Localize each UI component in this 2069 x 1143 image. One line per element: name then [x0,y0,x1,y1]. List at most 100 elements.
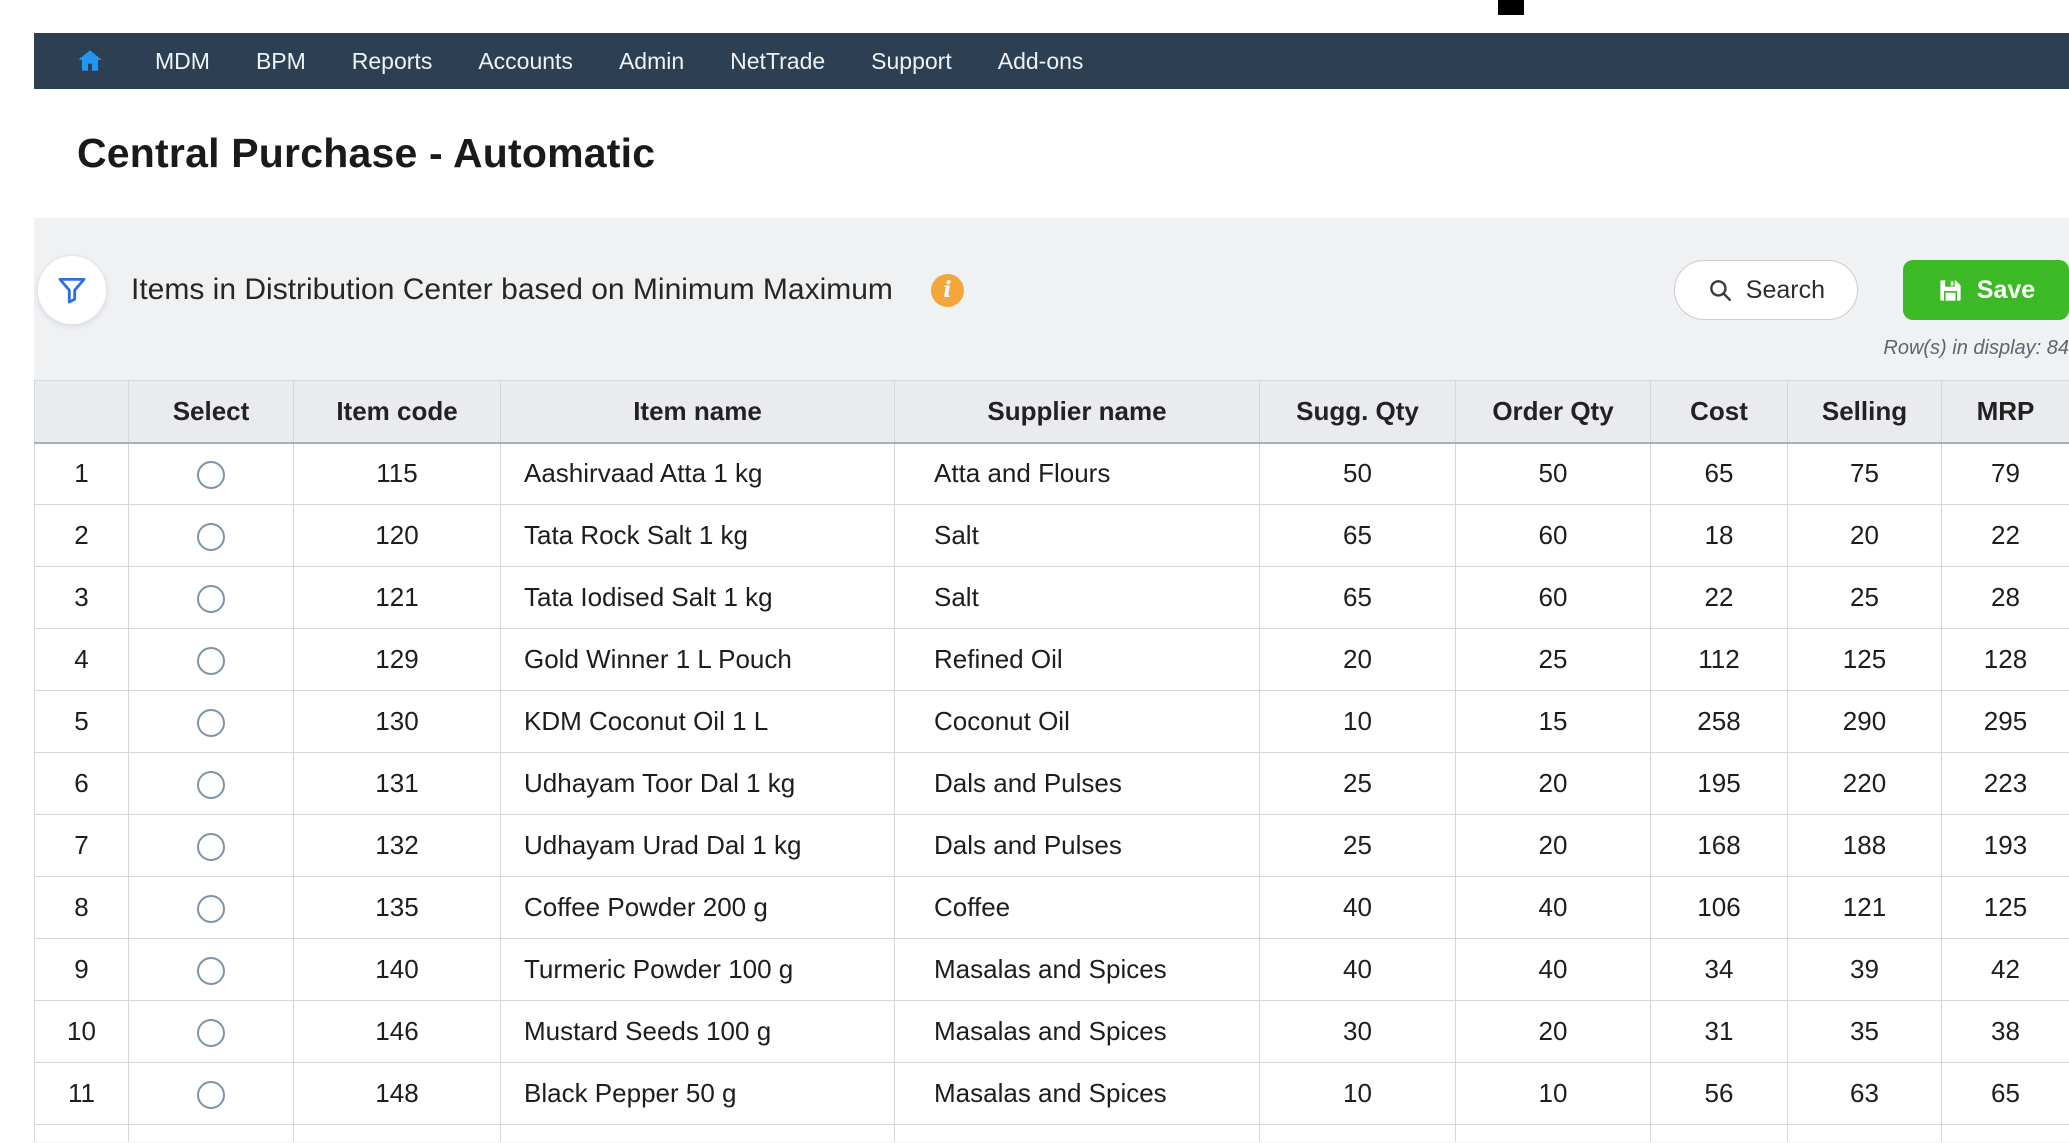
cell-supplier_name: Masalas and Spices [895,1001,1260,1063]
cell-sugg_qty: 65 [1260,505,1456,567]
cell-sno: 4 [35,629,129,691]
cell-sno: 9 [35,939,129,1001]
app-window: MDM BPM Reports Accounts Admin NetTrade … [34,33,2069,1143]
filter-funnel-icon [55,273,89,307]
cell-mrp: 193 [1942,815,2069,877]
cell-partial [1456,1125,1651,1142]
nav-item-bpm[interactable]: BPM [233,33,329,89]
cell-sno: 3 [35,567,129,629]
cell-item_code: 129 [294,629,501,691]
column-header-item_code: Item code [294,381,501,443]
cell-item_name: Mustard Seeds 100 g [501,1001,895,1063]
nav-item-admin[interactable]: Admin [596,33,707,89]
table-row-partial [35,1125,2069,1142]
filter-button[interactable] [37,255,107,325]
table-row: 10 146Mustard Seeds 100 gMasalas and Spic… [35,1001,2069,1063]
row-select-radio[interactable] [197,647,225,675]
cell-sugg_qty: 50 [1260,443,1456,505]
cell-supplier_name: Masalas and Spices [895,1063,1260,1125]
cell-order_qty: 40 [1456,939,1651,1001]
nav-item-mdm[interactable]: MDM [132,33,233,89]
cell-partial [1651,1125,1788,1142]
screen-artifact [1498,0,1524,15]
cell-selling: 39 [1788,939,1942,1001]
cell-selling: 20 [1788,505,1942,567]
cell-sno: 10 [35,1001,129,1063]
cell-item_code: 146 [294,1001,501,1063]
cell-select [129,443,294,505]
cell-sugg_qty: 65 [1260,567,1456,629]
cell-supplier_name: Atta and Flours [895,443,1260,505]
cell-cost: 65 [1651,443,1788,505]
cell-partial [294,1125,501,1142]
save-button[interactable]: Save [1903,260,2069,320]
home-icon[interactable] [76,47,104,75]
cell-item_name: Aashirvaad Atta 1 kg [501,443,895,505]
cell-mrp: 28 [1942,567,2069,629]
row-select-radio[interactable] [197,771,225,799]
nav-item-accounts[interactable]: Accounts [455,33,596,89]
cell-cost: 106 [1651,877,1788,939]
content-area: Items in Distribution Center based on Mi… [34,218,2069,1143]
items-table: SelectItem codeItem nameSupplier nameSug… [34,380,2069,1142]
cell-order_qty: 40 [1456,877,1651,939]
cell-item_code: 135 [294,877,501,939]
cell-sno: 7 [35,815,129,877]
cell-sugg_qty: 25 [1260,753,1456,815]
cell-selling: 35 [1788,1001,1942,1063]
cell-selling: 125 [1788,629,1942,691]
cell-item_code: 121 [294,567,501,629]
cell-sugg_qty: 40 [1260,877,1456,939]
cell-mrp: 65 [1942,1063,2069,1125]
search-icon [1707,277,1733,303]
column-header-select: Select [129,381,294,443]
column-header-cost: Cost [1651,381,1788,443]
cell-cost: 168 [1651,815,1788,877]
row-select-radio[interactable] [197,833,225,861]
cell-item_name: KDM Coconut Oil 1 L [501,691,895,753]
cell-cost: 18 [1651,505,1788,567]
table-body: 1115Aashirvaad Atta 1 kgAtta and Flours5… [35,443,2069,1142]
row-select-radio[interactable] [197,1019,225,1047]
cell-order_qty: 20 [1456,1001,1651,1063]
table-header-row: SelectItem codeItem nameSupplier nameSug… [35,381,2069,443]
nav-item-nettrade[interactable]: NetTrade [707,33,848,89]
cell-selling: 63 [1788,1063,1942,1125]
column-header-order_qty: Order Qty [1456,381,1651,443]
cell-order_qty: 25 [1456,629,1651,691]
cell-item_code: 140 [294,939,501,1001]
row-select-radio[interactable] [197,709,225,737]
cell-select [129,1063,294,1125]
cell-selling: 188 [1788,815,1942,877]
nav-item-reports[interactable]: Reports [329,33,456,89]
cell-order_qty: 10 [1456,1063,1651,1125]
row-select-radio[interactable] [197,895,225,923]
cell-sno: 11 [35,1063,129,1125]
info-icon[interactable]: i [931,274,964,307]
row-select-radio[interactable] [197,461,225,489]
row-select-radio[interactable] [197,1081,225,1109]
table-row: 6131Udhayam Toor Dal 1 kgDals and Pulses… [35,753,2069,815]
nav-item-support[interactable]: Support [848,33,975,89]
cell-sugg_qty: 40 [1260,939,1456,1001]
cell-item_name: Black Pepper 50 g [501,1063,895,1125]
table-row: 7132Udhayam Urad Dal 1 kgDals and Pulses… [35,815,2069,877]
cell-select [129,505,294,567]
cell-select [129,567,294,629]
search-button[interactable]: Search [1674,260,1858,320]
nav-item-addons[interactable]: Add-ons [975,33,1107,89]
cell-mrp: 38 [1942,1001,2069,1063]
cell-selling: 220 [1788,753,1942,815]
row-select-radio[interactable] [197,957,225,985]
cell-sugg_qty: 30 [1260,1001,1456,1063]
cell-item_name: Udhayam Toor Dal 1 kg [501,753,895,815]
column-header-selling: Selling [1788,381,1942,443]
cell-select [129,691,294,753]
cell-mrp: 295 [1942,691,2069,753]
cell-order_qty: 20 [1456,815,1651,877]
cell-supplier_name: Coffee [895,877,1260,939]
cell-mrp: 223 [1942,753,2069,815]
row-select-radio[interactable] [197,523,225,551]
cell-supplier_name: Masalas and Spices [895,939,1260,1001]
row-select-radio[interactable] [197,585,225,613]
